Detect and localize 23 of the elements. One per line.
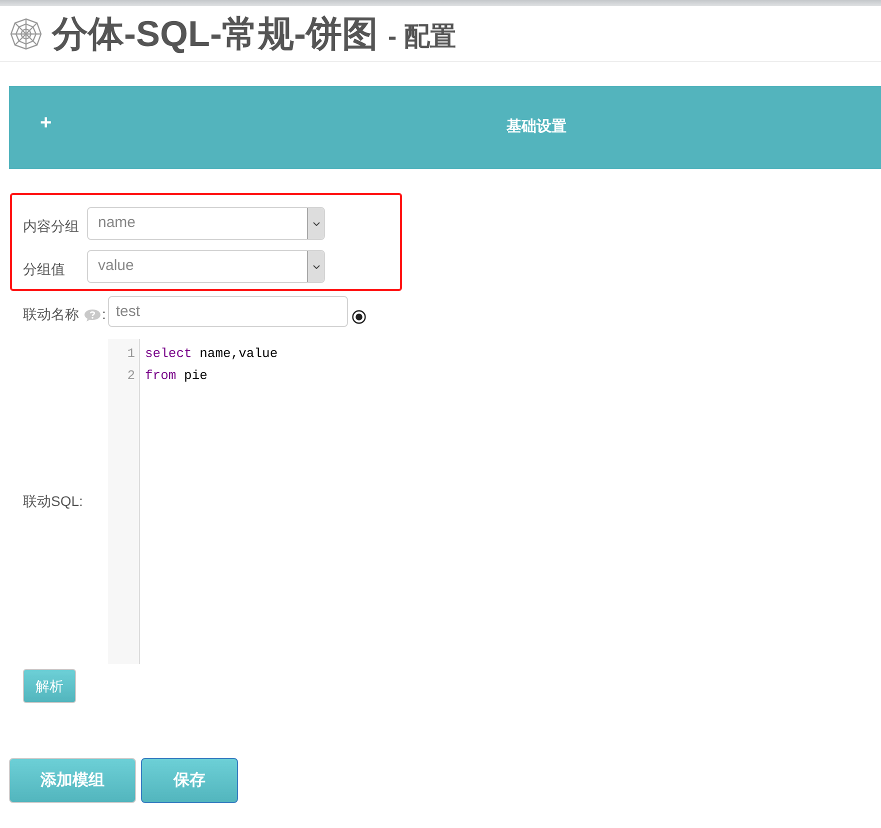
label-colon: : — [102, 305, 106, 324]
code-line: select name,value — [145, 345, 278, 363]
select-field[interactable]: name — [87, 207, 325, 240]
chevron-down-icon — [307, 251, 324, 282]
section-title: 基础设置 — [506, 117, 566, 138]
page-title: 分体-SQL-常规-饼图 — [52, 16, 378, 52]
text-input[interactable]: test — [108, 296, 348, 327]
save-button[interactable]: 保存 — [141, 758, 238, 803]
code-line: from pie — [145, 367, 208, 385]
add-module-button[interactable]: 添加模组 — [9, 758, 136, 803]
line-number: 2 — [126, 367, 136, 385]
parse-button[interactable]: 解析 — [23, 669, 76, 703]
radio-selected-icon[interactable] — [352, 310, 366, 324]
chevron-down-icon — [307, 208, 324, 239]
field-label: 联动SQL: — [23, 492, 84, 511]
page-subtitle: - 配置 — [388, 22, 456, 48]
field-label: 分组值 — [23, 260, 66, 279]
select-field[interactable]: value — [87, 250, 325, 283]
line-number: 1 — [126, 345, 136, 363]
field-label: 联动名称 — [23, 305, 79, 324]
field-label: 内容分组 — [23, 217, 80, 236]
expand-toggle[interactable]: + — [40, 112, 52, 132]
spiderweb-icon — [10, 18, 42, 50]
